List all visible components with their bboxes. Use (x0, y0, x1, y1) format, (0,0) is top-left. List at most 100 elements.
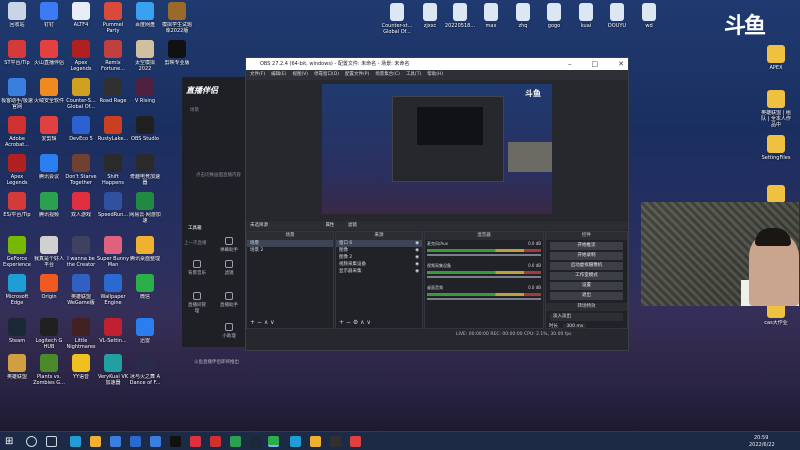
desktop-folder-icon[interactable]: APEX (759, 45, 793, 71)
app-blue-icon[interactable] (290, 436, 301, 447)
mail-icon[interactable] (130, 436, 141, 447)
douyu-task-icon[interactable] (350, 436, 361, 447)
explorer-icon[interactable] (90, 436, 101, 447)
desktop-icon[interactable]: Origin (32, 274, 66, 300)
app-yellow-icon[interactable] (310, 436, 321, 447)
source-item[interactable]: 窗口 6 ◉ (336, 240, 422, 247)
desktop-icon[interactable]: 极客助手/极速官网 (0, 78, 34, 110)
wechat-icon[interactable] (268, 436, 279, 447)
desktop-icon[interactable]: Adobe Acrobat... (0, 116, 34, 148)
eye-icon[interactable]: ◉ (415, 247, 419, 254)
maximize-icon[interactable]: □ (592, 58, 599, 70)
app-red2-icon[interactable] (210, 436, 221, 447)
desktop-file-icon[interactable]: zjxxc (413, 3, 447, 29)
volume-slider[interactable] (427, 298, 541, 300)
desktop-icon[interactable]: 迅雷 (128, 318, 162, 344)
desktop-icon[interactable]: 模拟学生试题库2022版 (160, 2, 194, 34)
desktop-icon[interactable]: 回收站 (0, 2, 34, 28)
desktop-icon[interactable]: OBS Studio (128, 116, 162, 142)
desktop-icon[interactable]: DevEco 5 (64, 116, 98, 142)
zb-item-4[interactable]: 直播助手 (218, 292, 240, 308)
desktop-file-icon[interactable]: wd (632, 3, 666, 29)
control-button[interactable]: 退出 (550, 292, 623, 300)
desktop-file-icon[interactable]: Counter-st... Global Of... (380, 3, 414, 35)
desktop-file-icon[interactable]: DOUYU (600, 3, 634, 29)
desktop-icon[interactable]: 腾讯视频 (32, 192, 66, 218)
scene-item[interactable]: 场景 (247, 240, 333, 247)
properties-button[interactable]: 属性 (325, 223, 334, 228)
close-icon[interactable]: ✕ (618, 58, 624, 70)
source-item[interactable]: 显示器采集 ◉ (336, 268, 422, 275)
desktop-icon[interactable]: 腾讯桌面整理 (128, 236, 162, 262)
edge-icon[interactable] (70, 436, 81, 447)
desktop-icon[interactable]: 微信 (128, 274, 162, 300)
desktop-icon[interactable]: 钉钉 (32, 2, 66, 28)
control-button[interactable]: 启动虚拟摄像机 (550, 262, 623, 270)
control-button[interactable]: 开始推流 (550, 242, 623, 250)
obs-menu-item[interactable]: 场景集合(C) (375, 72, 400, 77)
obs-task-icon[interactable] (330, 436, 341, 447)
desktop-icon[interactable]: ST平台/Tip (0, 40, 34, 66)
zb-tab2[interactable]: 上一次直播 (184, 240, 207, 246)
filters-button[interactable]: 滤镜 (348, 223, 357, 228)
app-icon[interactable] (150, 436, 161, 447)
source-item[interactable]: 图像 ◉ (336, 247, 422, 254)
eye-icon[interactable]: ◉ (415, 268, 419, 275)
desktop-folder-icon[interactable]: SettingFiles (759, 135, 793, 161)
desktop-icon[interactable]: 奇趣电竞加速器 (128, 154, 162, 186)
task-view-icon[interactable] (46, 436, 57, 447)
desktop-icon[interactable]: Road Rage (96, 78, 130, 104)
desktop-icon[interactable]: 火山直播伴侣 (32, 40, 66, 66)
scene-item[interactable]: 场景 2 (247, 247, 333, 254)
zb-item-1[interactable]: 背景音乐 (186, 260, 208, 276)
desktop-icon[interactable]: V Rising (128, 78, 162, 104)
desktop-icon[interactable]: 冰与火之舞 A Dance of F... (128, 354, 162, 386)
eye-icon[interactable]: ◉ (415, 254, 419, 261)
desktop-icon[interactable]: Little Nightmares (64, 318, 98, 350)
desktop-icon[interactable]: RustyLake... (96, 116, 130, 142)
obs-menu-item[interactable]: 停靠窗口(D) (314, 72, 339, 77)
desktop-icon[interactable]: 英雄联盟 WeGame版 (64, 274, 98, 306)
desktop-icon[interactable]: 网易云·网游加速 (128, 192, 162, 224)
zb-item-3[interactable]: 直播间管理 (186, 292, 208, 314)
volume-slider[interactable] (427, 254, 541, 256)
desktop-file-icon[interactable]: kuai (569, 3, 603, 29)
source-controls[interactable]: + − ⚙ ∧ ∨ (339, 319, 371, 326)
desktop-file-icon[interactable]: max (474, 3, 508, 29)
eye-icon[interactable]: ◉ (415, 261, 419, 268)
zb-tab1[interactable]: 工具箱 (188, 225, 202, 231)
desktop-icon[interactable]: 火绒安全软件 (32, 78, 66, 104)
control-button[interactable]: 开始录制 (550, 252, 623, 260)
zb-item-0[interactable]: 弹幕助手 (218, 237, 240, 253)
control-button[interactable]: 设置 (550, 282, 623, 290)
desktop-icon[interactable]: ES/平台/Tip (0, 192, 34, 218)
xbox-icon[interactable] (230, 436, 241, 447)
tiktok-icon[interactable] (170, 436, 181, 447)
desktop-icon[interactable]: 剪映专业版 (160, 40, 194, 66)
desktop-file-icon[interactable]: zhq (506, 3, 540, 29)
scene-controls[interactable]: + − ∧ ∨ (250, 319, 275, 326)
desktop-icon[interactable]: Plants vs. Zombies G... (32, 354, 66, 386)
minimize-icon[interactable]: – (568, 58, 572, 70)
clock-date[interactable]: 2022/6/22 (749, 442, 775, 448)
obs-menu-item[interactable]: 文件(F) (250, 72, 265, 77)
obs-menu-item[interactable]: 编辑(E) (271, 72, 286, 77)
desktop-icon[interactable]: Don't Starve Together (64, 154, 98, 186)
desktop-icon[interactable]: Logitech G HUB (32, 318, 66, 350)
source-item[interactable]: 视频采集设备 ◉ (336, 261, 422, 268)
desktop-icon[interactable]: 腾讯会议 (32, 154, 66, 180)
desktop-icon[interactable]: Apex Legends (64, 40, 98, 72)
desktop-icon[interactable]: I wanna be the Creator (64, 236, 98, 268)
desktop-icon[interactable]: 英雄联盟 (0, 354, 34, 380)
desktop-file-icon[interactable]: 20220518... (443, 3, 477, 29)
desktop-folder-icon[interactable]: 英雄联盟 | 组队 | 全本人作品中 (759, 90, 793, 128)
obs-titlebar[interactable]: OBS 27.2.4 (64-bit, windows) - 配置文件: 未命名… (246, 58, 628, 70)
eye-icon[interactable]: ◉ (415, 240, 419, 247)
desktop-icon[interactable]: Counter-S... Global Of... (64, 78, 98, 110)
desktop-icon[interactable]: 我真是个好人平台 (32, 236, 66, 268)
desktop-icon[interactable]: VL-Settin... (96, 318, 130, 344)
clock-time[interactable]: 20:59 (754, 435, 768, 441)
start-icon[interactable]: ⊞ (5, 436, 16, 447)
desktop-icon[interactable]: Microsoft Edge (0, 274, 34, 306)
desktop-icon[interactable]: Steam (0, 318, 34, 344)
